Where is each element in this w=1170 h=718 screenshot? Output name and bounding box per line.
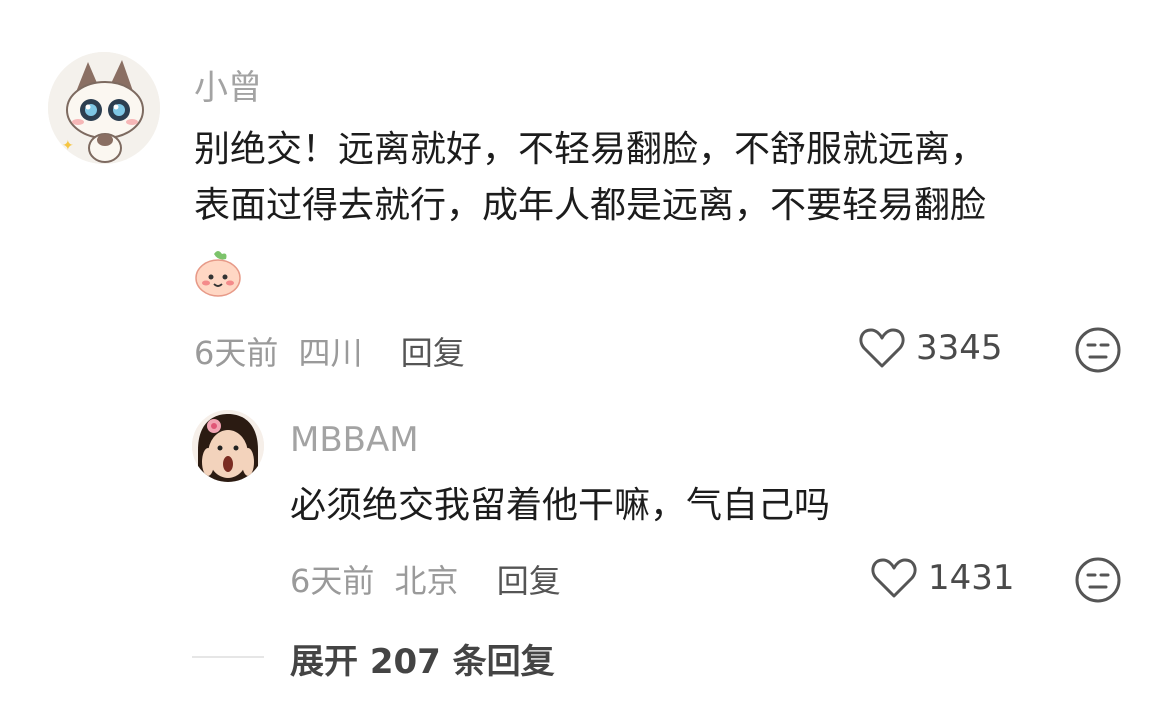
avatar[interactable] [192, 410, 264, 482]
like-button[interactable]: 1431 [870, 556, 1015, 600]
surprised-face-avatar-icon [192, 410, 264, 482]
comment-text: 别绝交！远离就好，不轻易翻脸，不舒服就远离， 表面过得去就行，成年人都是远离，不… [194, 122, 986, 234]
comment-time: 6天前 [290, 562, 375, 600]
comment-text-line: 别绝交！远离就好，不轻易翻脸，不舒服就远离， [194, 129, 987, 170]
comment-meta: 6天前 北京 回复 [290, 556, 561, 602]
dislike-face-icon[interactable] [1074, 326, 1122, 378]
heart-icon [871, 558, 917, 598]
heart-icon [859, 328, 905, 368]
avatar[interactable]: ✦ [48, 52, 160, 164]
username[interactable]: 小曾 [194, 60, 262, 109]
comment-text: 必须绝交我留着他干嘛，气自己吗 [290, 485, 831, 526]
dislike-face-icon[interactable] [1074, 556, 1122, 608]
comment-meta: 6天前 四川 回复 [194, 328, 465, 374]
comment-text-line: 表面过得去就行，成年人都是远离，不要轻易翻脸 [194, 185, 987, 226]
like-count: 1431 [928, 558, 1015, 598]
username[interactable]: MBBAM [290, 420, 419, 460]
comment-location: 北京 [394, 562, 459, 600]
comment-time: 6天前 [194, 334, 279, 372]
peach-emoji-icon [192, 246, 244, 302]
cat-avatar-icon: ✦ [48, 52, 160, 164]
svg-text:✦: ✦ [62, 138, 74, 154]
reply-button[interactable]: 回复 [401, 334, 465, 372]
comment-location: 四川 [298, 334, 363, 372]
like-count: 3345 [916, 328, 1003, 368]
expand-replies-button[interactable]: 展开 207 条回复 [290, 634, 555, 683]
expand-divider [192, 656, 264, 658]
reply-button[interactable]: 回复 [497, 562, 561, 600]
like-button[interactable]: 3345 [858, 326, 1003, 370]
